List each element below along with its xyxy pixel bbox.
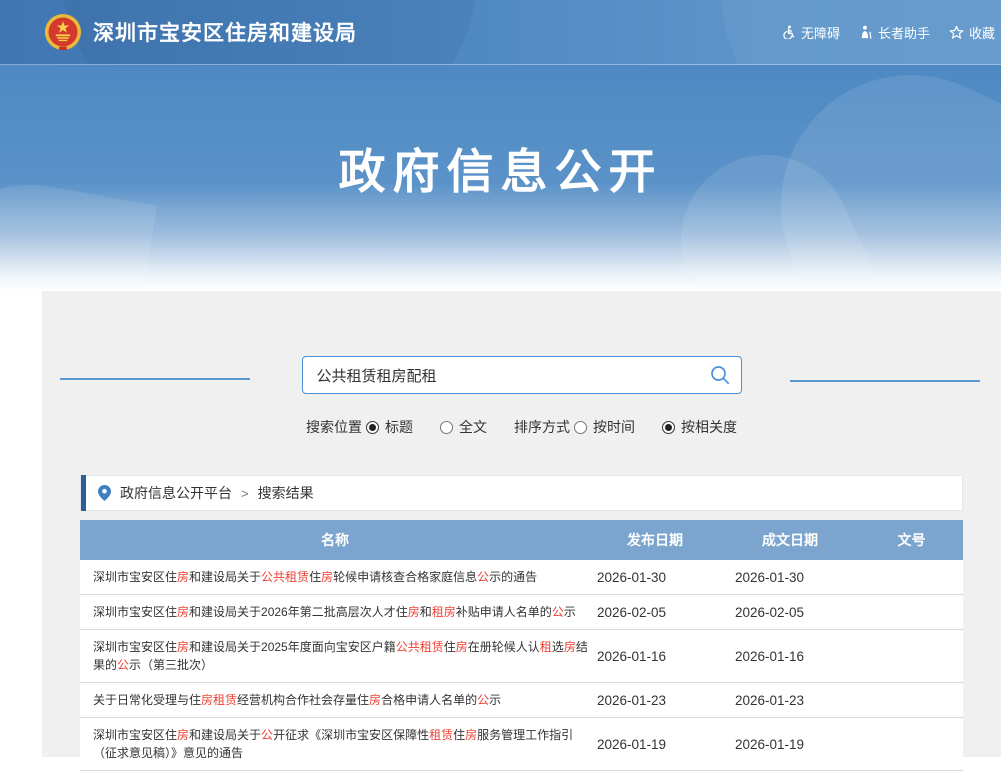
doc-title-link[interactable]: 关于日常化受理与住房租赁经营机构合作社会存量住房合格申请人名单的公示: [93, 693, 501, 707]
breadcrumb-item-results[interactable]: 搜索结果: [258, 483, 314, 503]
doc-title-cell: 深圳市宝安区住房和建设局关于公共租赁住房轮候申请核查合格家庭信息公示的通告: [80, 560, 590, 594]
written-date: 2026-02-05: [720, 605, 860, 620]
breadcrumb: 政府信息公开平台 > 搜索结果: [80, 475, 963, 511]
highlight-keyword: 公: [261, 728, 273, 742]
location-pin-icon: [98, 485, 111, 501]
page-title: 政府信息公开: [0, 133, 1001, 202]
favorite-label: 收藏: [969, 23, 995, 42]
col-header-written-date: 成文日期: [720, 530, 860, 550]
col-header-doc-number: 文号: [860, 530, 963, 550]
table-row: 关于日常化受理与住房租赁经营机构合作社会存量住房合格申请人名单的公示 2026-…: [80, 683, 963, 718]
doc-title-link[interactable]: 深圳市宝安区住房和建设局关于公开征求《深圳市宝安区保障性租赁住房服务管理工作指引…: [93, 728, 573, 760]
publish-date: 2026-02-05: [590, 605, 720, 620]
table-body: 深圳市宝安区住房和建设局关于公共租赁住房轮候申请核查合格家庭信息公示的通告 20…: [80, 560, 963, 771]
highlight-keyword: 公: [117, 658, 129, 672]
hero-banner: 政府信息公开: [0, 65, 1001, 291]
elder-helper-link[interactable]: 长者助手: [859, 23, 930, 42]
table-header-row: 名称 发布日期 成文日期 文号: [80, 520, 963, 560]
written-date: 2026-01-30: [720, 570, 860, 585]
highlight-keyword: 租赁: [429, 728, 453, 742]
publish-date: 2026-01-16: [590, 649, 720, 664]
highlight-keyword: 房: [564, 640, 576, 654]
topbar: 深圳市宝安区住房和建设局 无障碍 长者助手 收藏: [0, 0, 1001, 65]
highlight-keyword: 公: [477, 693, 489, 707]
site-title: 深圳市宝安区住房和建设局: [93, 17, 357, 47]
doc-title-link[interactable]: 深圳市宝安区住房和建设局关于公共租赁住房轮候申请核查合格家庭信息公示的通告: [93, 570, 537, 584]
highlight-keyword: 房: [177, 605, 189, 619]
star-icon: [949, 25, 964, 40]
decor-line-right: [790, 380, 980, 382]
wheelchair-icon: [782, 25, 796, 39]
breadcrumb-item-platform[interactable]: 政府信息公开平台: [120, 483, 232, 503]
doc-title-link[interactable]: 深圳市宝安区住房和建设局关于2025年度面向宝安区户籍公共租赁住房在册轮候人认租…: [93, 640, 588, 672]
search-section: 搜索位置 标题 全文 排序方式 按时间 按相关度: [42, 291, 1001, 437]
highlight-keyword: 房租赁: [201, 693, 237, 707]
filter-row: 搜索位置 标题 全文 排序方式 按时间 按相关度: [42, 417, 1001, 437]
radio-label: 标题: [385, 417, 413, 437]
elder-helper-label: 长者助手: [878, 23, 930, 42]
publish-date: 2026-01-23: [590, 693, 720, 708]
highlight-keyword: 房: [465, 728, 477, 742]
elder-icon: [859, 25, 873, 39]
utility-links: 无障碍 长者助手 收藏: [782, 0, 995, 64]
written-date: 2026-01-23: [720, 693, 860, 708]
filter-group-label: 搜索位置: [306, 417, 362, 437]
results-table: 名称 发布日期 成文日期 文号 深圳市宝安区住房和建设局关于公共租赁住房轮候申请…: [80, 520, 963, 771]
accessibility-link[interactable]: 无障碍: [782, 23, 840, 42]
highlight-keyword: 房: [177, 640, 189, 654]
table-row: 深圳市宝安区住房和建设局关于公共租赁住房轮候申请核查合格家庭信息公示的通告 20…: [80, 560, 963, 595]
highlight-keyword: 房: [177, 728, 189, 742]
highlight-keyword: 租: [540, 640, 552, 654]
radio-option[interactable]: 按时间: [574, 417, 635, 437]
table-row: 深圳市宝安区住房和建设局关于公开征求《深圳市宝安区保障性租赁住房服务管理工作指引…: [80, 718, 963, 771]
doc-title-cell: 关于日常化受理与住房租赁经营机构合作社会存量住房合格申请人名单的公示: [80, 683, 590, 717]
radio-option[interactable]: 按相关度: [662, 417, 737, 437]
favorite-link[interactable]: 收藏: [949, 23, 995, 42]
radio-icon[interactable]: [366, 421, 379, 434]
written-date: 2026-01-16: [720, 649, 860, 664]
doc-title-cell: 深圳市宝安区住房和建设局关于公开征求《深圳市宝安区保障性租赁住房服务管理工作指引…: [80, 718, 590, 770]
radio-icon[interactable]: [440, 421, 453, 434]
radio-label: 按时间: [593, 417, 635, 437]
search-button[interactable]: [708, 364, 732, 388]
highlight-keyword: 公: [552, 605, 564, 619]
highlight-keyword: 房: [408, 605, 420, 619]
accessibility-label: 无障碍: [801, 23, 840, 42]
publish-date: 2026-01-19: [590, 737, 720, 752]
highlight-keyword: 房: [456, 640, 468, 654]
col-header-name: 名称: [80, 530, 590, 550]
highlight-keyword: 租房: [432, 605, 456, 619]
highlight-keyword: 房: [369, 693, 381, 707]
doc-title-cell: 深圳市宝安区住房和建设局关于2026年第二批高层次人才住房和租房补贴申请人名单的…: [80, 595, 590, 629]
radio-label: 全文: [459, 417, 487, 437]
doc-title-cell: 深圳市宝安区住房和建设局关于2025年度面向宝安区户籍公共租赁住房在册轮候人认租…: [80, 630, 590, 682]
breadcrumb-accent-bar: [81, 475, 86, 511]
table-row: 深圳市宝安区住房和建设局关于2026年第二批高层次人才住房和租房补贴申请人名单的…: [80, 595, 963, 630]
radio-option[interactable]: 全文: [440, 417, 487, 437]
radio-icon[interactable]: [574, 421, 587, 434]
breadcrumb-separator: >: [241, 486, 249, 501]
highlight-keyword: 房: [177, 570, 189, 584]
search-icon: [709, 364, 731, 386]
highlight-keyword: 公共租赁: [396, 640, 444, 654]
site-brand: 深圳市宝安区住房和建设局: [44, 13, 357, 51]
radio-option[interactable]: 标题: [366, 417, 413, 437]
radio-label: 按相关度: [681, 417, 737, 437]
table-row: 深圳市宝安区住房和建设局关于2025年度面向宝安区户籍公共租赁住房在册轮候人认租…: [80, 630, 963, 683]
written-date: 2026-01-19: [720, 737, 860, 752]
radio-icon[interactable]: [662, 421, 675, 434]
highlight-keyword: 公共租赁: [261, 570, 309, 584]
highlight-keyword: 房: [321, 570, 333, 584]
doc-title-link[interactable]: 深圳市宝安区住房和建设局关于2026年第二批高层次人才住房和租房补贴申请人名单的…: [93, 605, 576, 619]
publish-date: 2026-01-30: [590, 570, 720, 585]
search-input[interactable]: [303, 357, 741, 393]
decor-line-left: [60, 378, 250, 380]
content-panel: 搜索位置 标题 全文 排序方式 按时间 按相关度 政府信息公开平台 > 搜索结果 名称 发…: [42, 291, 1001, 757]
col-header-publish-date: 发布日期: [590, 530, 720, 550]
highlight-keyword: 公: [477, 570, 489, 584]
filter-group-label: 排序方式: [514, 417, 570, 437]
search-box: [302, 356, 742, 394]
national-emblem-logo: [44, 13, 82, 51]
